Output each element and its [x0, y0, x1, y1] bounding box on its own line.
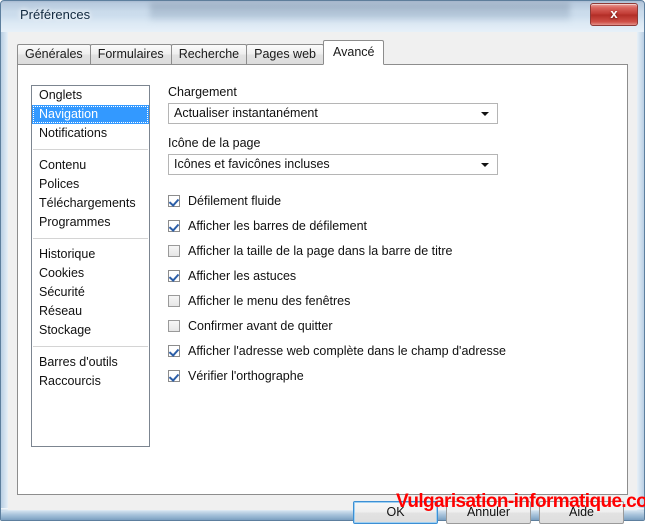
page-icon-dropdown-value: Icônes et favicônes incluses: [174, 157, 330, 171]
category-item-t-l-chargements[interactable]: Téléchargements: [32, 194, 149, 213]
close-icon: x: [610, 6, 618, 21]
checkmark-icon[interactable]: [168, 344, 180, 357]
checkbox-row[interactable]: Défilement fluide: [168, 188, 608, 213]
category-item-historique[interactable]: Historique: [32, 245, 149, 264]
checkmark-icon[interactable]: [168, 269, 180, 282]
category-list[interactable]: Onglets Navigation Notifications Contenu Pol…: [31, 85, 150, 447]
page-icon-dropdown[interactable]: Icônes et favicônes incluses: [168, 154, 498, 175]
title-bar-sheen: [1, 1, 644, 15]
loading-label: Chargement: [168, 85, 237, 99]
window-title: Préférences: [20, 7, 91, 22]
checkbox-row[interactable]: Afficher le menu des fenêtres: [168, 288, 608, 313]
close-button[interactable]: x: [590, 3, 638, 26]
checkbox-label: Défilement fluide: [188, 193, 282, 208]
settings-content: Chargement Actualiser instantanément Icô…: [168, 85, 608, 388]
chevron-down-icon: [481, 112, 489, 116]
checkbox-empty-icon[interactable]: [168, 319, 180, 332]
dialog-body: Générales Formulaires Recherche Pages web Av…: [8, 32, 637, 524]
category-item-stockage[interactable]: Stockage: [32, 321, 149, 340]
category-item-barres-d-outils[interactable]: Barres d'outils: [32, 353, 149, 372]
checkbox-label: Afficher les astuces: [188, 268, 297, 283]
title-bar[interactable]: Préférences x: [0, 0, 645, 32]
checkbox-label: Afficher les barres de défilement: [188, 218, 368, 233]
checkbox-row[interactable]: Vérifier l'orthographe: [168, 363, 608, 388]
preferences-window: Préférences x Générales Formulaires Recher…: [0, 0, 645, 524]
category-item-notifications[interactable]: Notifications: [32, 124, 149, 143]
category-item-r-seau[interactable]: Réseau: [32, 302, 149, 321]
tab-pages-web[interactable]: Pages web: [246, 44, 324, 65]
checkbox-label: Afficher l'adresse web complète dans le …: [188, 343, 506, 358]
checkbox-list: Défilement fluide Afficher les barres de …: [168, 188, 608, 388]
category-separator: [33, 149, 148, 150]
category-item-polices[interactable]: Polices: [32, 175, 149, 194]
checkbox-empty-icon[interactable]: [168, 294, 180, 307]
category-separator: [33, 238, 148, 239]
window-frame-right-edge: [637, 32, 644, 520]
checkbox-row[interactable]: Confirmer avant de quitter: [168, 313, 608, 338]
tab-strip: Générales Formulaires Recherche Pages web Av…: [17, 40, 385, 65]
category-item-raccourcis[interactable]: Raccourcis: [32, 372, 149, 391]
category-item-onglets[interactable]: Onglets: [32, 86, 149, 105]
chevron-down-icon: [481, 163, 489, 167]
checkbox-row[interactable]: Afficher les barres de défilement: [168, 213, 608, 238]
category-item-cookies[interactable]: Cookies: [32, 264, 149, 283]
checkmark-icon[interactable]: [168, 369, 180, 382]
checkbox-label: Afficher le menu des fenêtres: [188, 293, 351, 308]
checkbox-empty-icon[interactable]: [168, 244, 180, 257]
loading-dropdown[interactable]: Actualiser instantanément: [168, 103, 498, 124]
tab-avanc-[interactable]: Avancé: [323, 40, 385, 65]
checkbox-label: Vérifier l'orthographe: [188, 368, 304, 383]
tab-formulaires[interactable]: Formulaires: [89, 44, 172, 65]
page-icon-label: Icône de la page: [168, 136, 261, 150]
checkbox-row[interactable]: Afficher l'adresse web complète dans le …: [168, 338, 608, 363]
watermark: Vulgarisation-informatique.com: [396, 491, 645, 512]
category-item-contenu[interactable]: Contenu: [32, 156, 149, 175]
checkbox-row[interactable]: Afficher les astuces: [168, 263, 608, 288]
checkbox-label: Confirmer avant de quitter: [188, 318, 333, 333]
category-separator: [33, 346, 148, 347]
category-item-programmes[interactable]: Programmes: [32, 213, 149, 232]
window-frame-left-edge: [1, 32, 8, 520]
checkbox-label: Afficher la taille de la page dans la ba…: [188, 243, 453, 258]
tab-recherche[interactable]: Recherche: [170, 44, 248, 65]
category-item-s-curit-[interactable]: Sécurité: [32, 283, 149, 302]
loading-dropdown-value: Actualiser instantanément: [174, 106, 318, 120]
checkmark-icon[interactable]: [168, 194, 180, 207]
checkbox-row[interactable]: Afficher la taille de la page dans la ba…: [168, 238, 608, 263]
category-item-navigation[interactable]: Navigation: [32, 105, 149, 124]
checkmark-icon[interactable]: [168, 219, 180, 232]
tab-g-n-rales[interactable]: Générales: [17, 44, 91, 65]
